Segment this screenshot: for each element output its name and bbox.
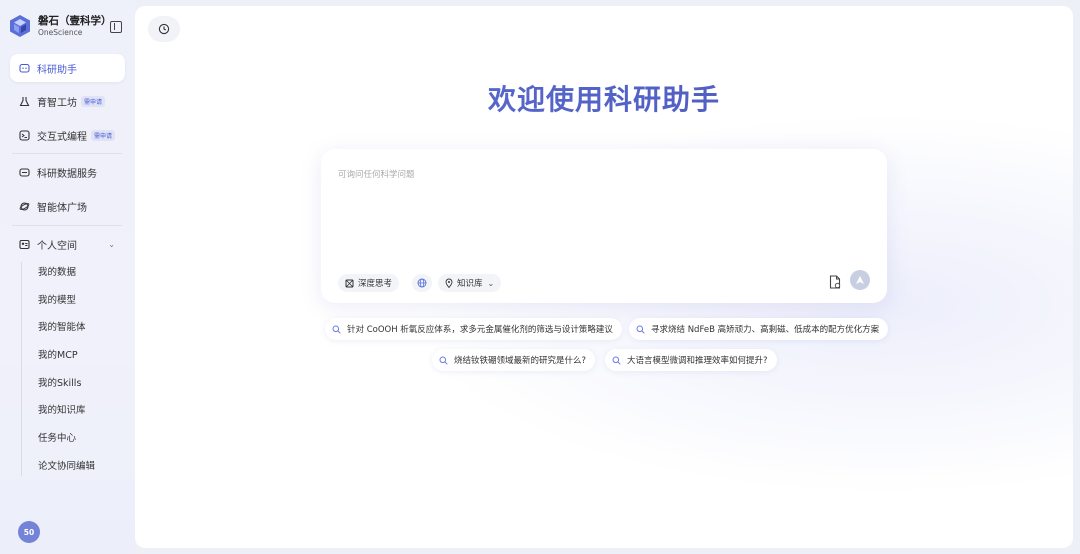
flask-icon (19, 96, 30, 107)
deep-think-button[interactable]: 深度思考 (338, 274, 400, 292)
submenu-guide-line (21, 262, 22, 476)
file-upload-button[interactable] (828, 274, 842, 290)
suggestion-text: 寻求烧结 NdFeB 高矫顽力、高剩磁、低成本的配方优化方案 (651, 325, 880, 335)
sidebar-item-label: 育智工坊 (37, 97, 77, 109)
brand-subtitle: OneScience (38, 27, 83, 37)
sidebar-subitem-my-agents[interactable]: 我的智能体 (38, 320, 86, 336)
apply-required-badge: 需申请 (81, 95, 106, 107)
suggestion-text: 烧结钕铁硼领域最新的研究是什么? (454, 356, 587, 366)
sidebar-subitem-my-mcp[interactable]: 我的MCP (38, 348, 78, 364)
location-pin-icon (445, 278, 453, 288)
sidebar-item-agent-plaza[interactable]: 智能体广场 (10, 192, 125, 220)
user-card-icon (19, 239, 30, 250)
knowledge-base-label: 知识库 (457, 279, 483, 289)
search-icon (332, 325, 341, 334)
suggestion-chip[interactable]: 大语言模型微调和推理效率如何提升? (605, 349, 777, 371)
sidebar-item-label: 智能体广场 (37, 202, 87, 214)
send-button[interactable] (850, 270, 870, 290)
sidebar-subitem-my-skills[interactable]: 我的Skills (38, 376, 81, 392)
page-title: 欢迎使用科研助手 (135, 78, 1073, 118)
globe-icon (417, 278, 427, 288)
suggestion-text: 针对 CoOOH 析氧反应体系，求多元金属催化剂的筛选与设计策略建议 (347, 325, 613, 335)
database-icon (19, 167, 30, 178)
suggestion-chip[interactable]: 烧结钕铁硼领域最新的研究是什么? (432, 349, 596, 371)
deep-think-label: 深度思考 (358, 279, 393, 289)
web-search-toggle[interactable] (412, 274, 432, 292)
chevron-down-icon[interactable]: ⌄ (108, 240, 115, 249)
question-input[interactable]: 可询问任何科学问题 (338, 168, 415, 180)
sidebar-item-research-data[interactable]: 科研数据服务 (10, 158, 125, 186)
apply-required-badge: 需申请 (91, 129, 116, 141)
sidebar-subitem-my-knowledge-base[interactable]: 我的知识库 (38, 403, 86, 419)
divider (12, 153, 122, 154)
avatar[interactable]: 50 (18, 521, 40, 543)
chat-bubble-icon (19, 63, 30, 74)
chevron-down-icon: ⌄ (487, 278, 495, 288)
sidebar-item-interactive-coding[interactable]: 交互式编程 需申请 (10, 121, 125, 149)
sidebar-subitem-paper-collab[interactable]: 论文协同编辑 (38, 459, 95, 475)
terminal-icon (19, 129, 30, 141)
deep-think-icon (345, 279, 354, 288)
sidebar: 磐石（壹科学） OneScience 科研助手 育智工坊 需申请 交互式编程 需… (0, 0, 135, 554)
sidebar-item-training-workshop[interactable]: 育智工坊 需申请 (10, 87, 125, 115)
sidebar-subitem-my-models[interactable]: 我的模型 (38, 293, 76, 309)
onescience-logo-icon (10, 15, 30, 37)
send-arrow-icon (856, 276, 864, 284)
knowledge-base-select[interactable]: 知识库 ⌄ (438, 274, 502, 292)
suggestion-chip[interactable]: 针对 CoOOH 析氧反应体系，求多元金属催化剂的筛选与设计策略建议 (325, 318, 622, 340)
chat-input-card: 可询问任何科学问题 深度思考 知识库 ⌄ (321, 149, 887, 303)
suggestion-chip[interactable]: 寻求烧结 NdFeB 高矫顽力、高剩磁、低成本的配方优化方案 (629, 318, 889, 340)
file-attach-icon (829, 275, 841, 289)
history-button[interactable] (148, 16, 180, 42)
divider (12, 225, 122, 226)
brand-name: 磐石（壹科学） (38, 14, 112, 27)
sidebar-item-personal-space[interactable]: 个人空间 ⌄ (10, 230, 125, 258)
sidebar-subitem-my-data[interactable]: 我的数据 (38, 265, 76, 281)
clock-icon (158, 23, 170, 35)
sidebar-item-label: 科研助手 (37, 64, 77, 76)
sidebar-item-label: 交互式编程 (37, 131, 87, 143)
search-icon (439, 356, 448, 365)
sidebar-item-research-assistant[interactable]: 科研助手 (10, 54, 125, 82)
sidebar-item-label: 科研数据服务 (37, 168, 97, 180)
sidebar-subitem-task-center[interactable]: 任务中心 (38, 431, 76, 447)
suggestion-text: 大语言模型微调和推理效率如何提升? (627, 356, 768, 366)
search-icon (612, 356, 621, 365)
planet-icon (19, 201, 30, 212)
sidebar-collapse-icon[interactable] (110, 21, 122, 33)
main-panel: 欢迎使用科研助手 可询问任何科学问题 深度思考 知识库 ⌄ 针对 CoOOH 析… (135, 6, 1073, 548)
sidebar-item-label: 个人空间 (37, 240, 77, 252)
search-icon (636, 325, 645, 334)
